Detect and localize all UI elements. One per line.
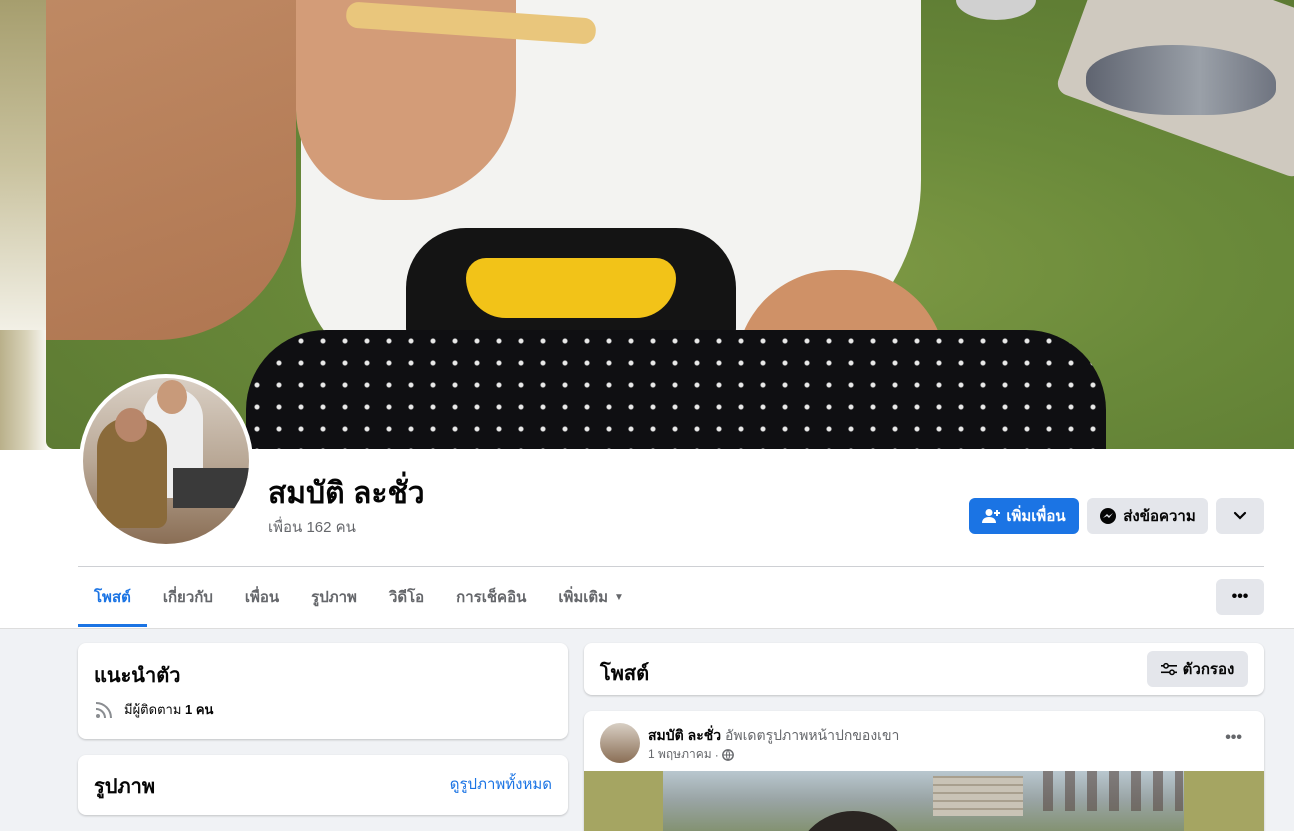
profile-picture (83, 378, 249, 544)
filter-button[interactable]: ตัวกรอง (1147, 651, 1248, 687)
tab-friends[interactable]: เพื่อน (229, 567, 295, 627)
caret-down-icon: ▼ (614, 591, 624, 603)
post-date[interactable]: 1 พฤษภาคม (648, 745, 712, 764)
post-photo (663, 771, 1184, 831)
posts-title: โพสต์ (600, 663, 650, 685)
intro-title: แนะนำตัว (94, 665, 181, 687)
friend-count[interactable]: เพื่อน 162 คน (268, 515, 356, 539)
followers-row[interactable]: มีผู้ติดตาม 1 คน (94, 699, 213, 720)
post-author-name[interactable]: สมบัติ ละชั่ว (648, 727, 721, 743)
background-strip (0, 0, 46, 330)
followers-count: 1 คน (185, 702, 214, 717)
globe-icon[interactable] (721, 748, 734, 761)
cover-photo[interactable] (46, 0, 1294, 449)
person-plus-icon (982, 508, 1001, 524)
photos-card: รูปภาพ ดูรูปภาพทั้งหมด (78, 755, 568, 815)
posts-header-card: โพสต์ ตัวกรอง (584, 643, 1264, 695)
photos-title: รูปภาพ (94, 776, 156, 798)
see-all-photos-link[interactable]: ดูรูปภาพทั้งหมด (450, 772, 552, 796)
post-image[interactable] (584, 771, 1264, 831)
profile-avatar[interactable] (79, 374, 253, 548)
post-options-button[interactable]: ••• (1225, 729, 1242, 747)
profile-name: สมบัติ ละชั่ว (268, 477, 425, 510)
meta-separator: · (714, 747, 719, 762)
followers-prefix: มีผู้ติดตาม (124, 702, 182, 717)
tab-posts[interactable]: โพสต์ (78, 567, 147, 627)
tabs-more-button[interactable]: ••• (1216, 579, 1264, 615)
message-button[interactable]: ส่งข้อความ (1087, 498, 1208, 534)
intro-card: แนะนำตัว มีผู้ติดตาม 1 คน (78, 643, 568, 739)
post-meta: 1 พฤษภาคม · (648, 745, 734, 764)
post-card: สมบัติ ละชั่ว อัพเดตรูปภาพหน้าปกของเขา 1… (584, 711, 1264, 831)
tab-photos[interactable]: รูปภาพ (295, 567, 373, 627)
tab-videos[interactable]: วิดีโอ (373, 567, 440, 627)
profile-dropdown-button[interactable] (1216, 498, 1264, 534)
messenger-icon (1099, 507, 1117, 525)
tab-checkins[interactable]: การเช็คอิน (440, 567, 542, 627)
filter-label: ตัวกรอง (1182, 661, 1235, 678)
add-friend-label: เพิ่มเพื่อน (1006, 508, 1066, 525)
post-action-text: อัพเดตรูปภาพหน้าปกของเขา (725, 727, 900, 743)
add-friend-button[interactable]: เพิ่มเพื่อน (969, 498, 1079, 534)
ellipsis-icon: ••• (1225, 729, 1242, 746)
profile-tabs: โพสต์ เกี่ยวกับ เพื่อน รูปภาพ วิดีโอ การ… (78, 567, 640, 627)
message-label: ส่งข้อความ (1123, 508, 1196, 525)
rss-icon (94, 700, 114, 720)
tab-more[interactable]: เพิ่มเติม ▼ (542, 567, 640, 627)
tab-about[interactable]: เกี่ยวกับ (147, 567, 229, 627)
post-header: สมบัติ ละชั่ว อัพเดตรูปภาพหน้าปกของเขา (648, 725, 899, 747)
sliders-icon (1160, 662, 1177, 676)
chevron-down-icon (1233, 511, 1247, 521)
ellipsis-icon: ••• (1231, 588, 1249, 605)
post-author-avatar[interactable] (600, 723, 640, 763)
